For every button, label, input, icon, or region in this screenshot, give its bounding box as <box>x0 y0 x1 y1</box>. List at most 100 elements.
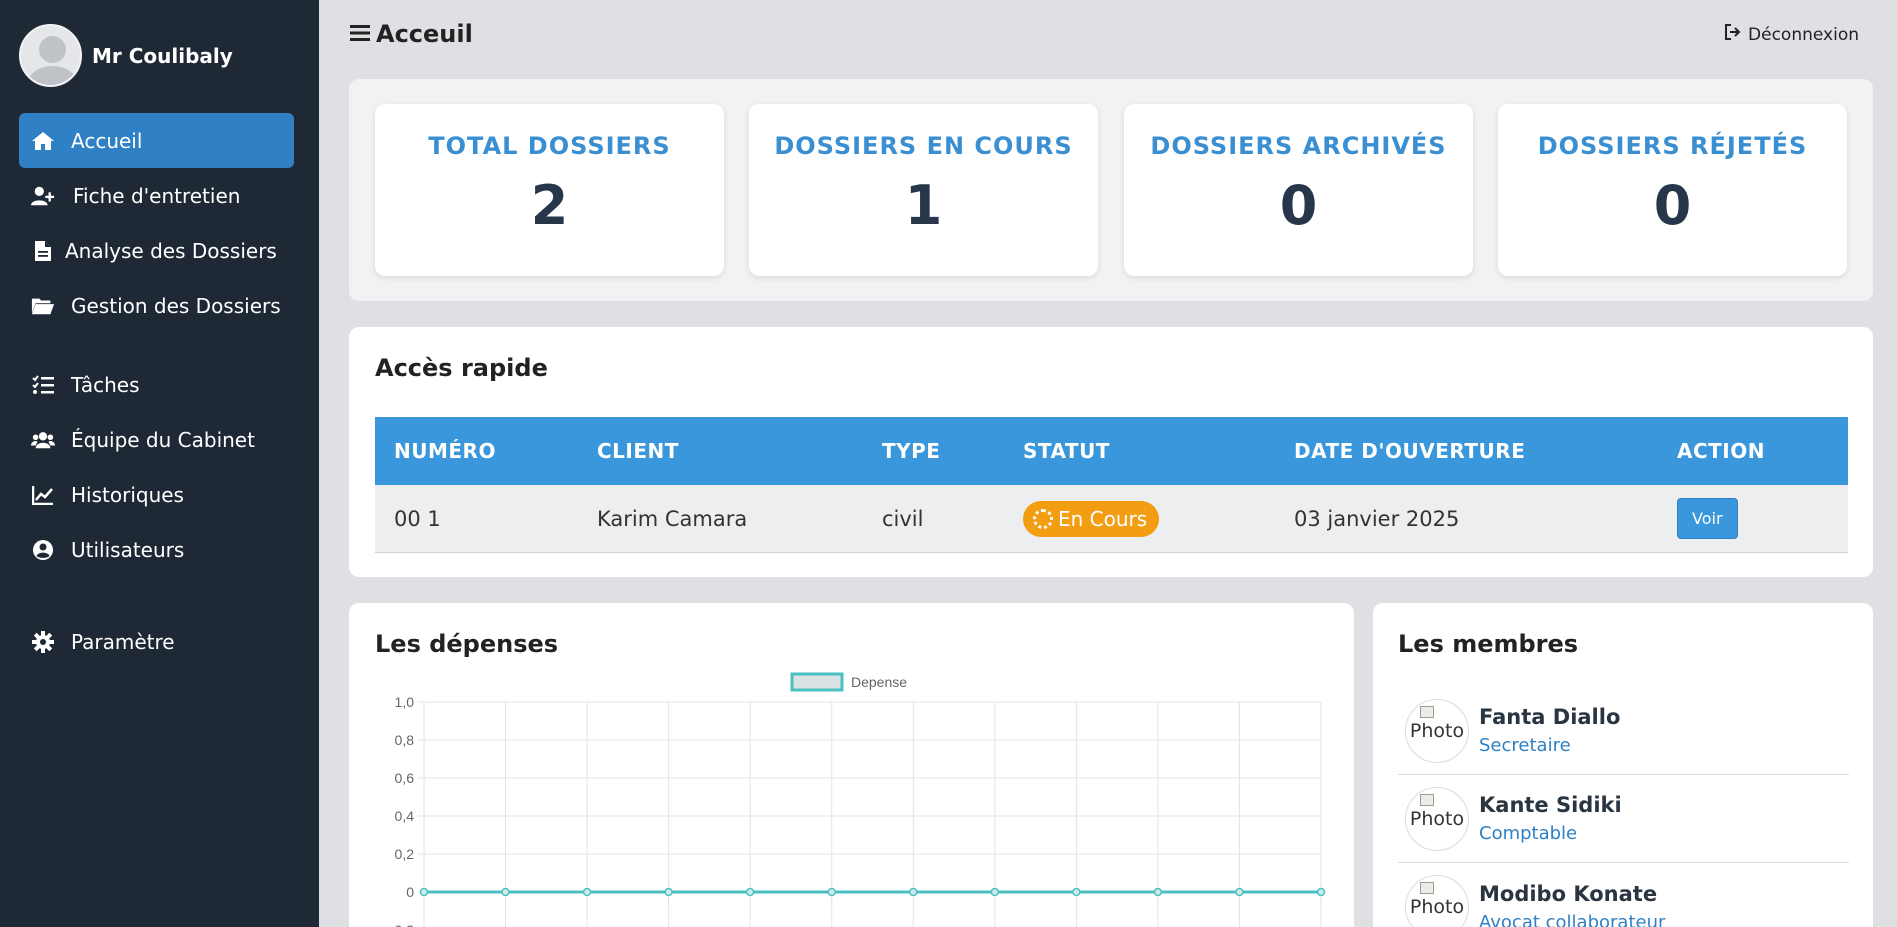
user-circle-icon <box>31 539 55 561</box>
member-photo: Photo <box>1405 786 1469 851</box>
expenses-panel: Les dépenses 1,00,80,60,40,20-0,2Depense <box>349 603 1354 927</box>
column-header: STATUT <box>1023 439 1110 463</box>
avatar <box>19 24 82 87</box>
stat-title: DOSSIERS RÉJETÉS <box>1537 132 1808 160</box>
logout-button[interactable]: Déconnexion <box>1724 24 1859 45</box>
sidebar-item-historiques[interactable]: Historiques <box>19 467 294 522</box>
data-point <box>1153 887 1163 897</box>
sidebar-item-analyse-dossiers[interactable]: Analyse des Dossiers <box>19 223 294 278</box>
home-icon <box>31 130 55 152</box>
table-row: 00 1 Karim Camara civil En Cours 03 janv… <box>375 485 1848 553</box>
stat-card-en-cours: DOSSIERS EN COURS 1 <box>749 104 1098 276</box>
sidebar-item-taches[interactable]: Tâches <box>19 357 294 412</box>
member-name: Fanta Diallo <box>1479 705 1621 729</box>
stat-title: DOSSIERS EN COURS <box>774 132 1073 160</box>
quick-access-panel: Accès rapide NUMÉRO CLIENT TYPE STATUT D… <box>349 327 1873 577</box>
sidebar-item-parametre[interactable]: Paramètre <box>19 614 294 669</box>
member-role: Avocat collaborateur <box>1479 911 1666 927</box>
y-tick-label: 0,2 <box>395 846 415 862</box>
sidebar-item-label: Équipe du Cabinet <box>71 427 255 452</box>
folder-open-icon <box>31 295 55 317</box>
spinner-icon <box>1033 508 1053 529</box>
data-point <box>1072 887 1081 897</box>
page-title: Acceuil <box>350 20 473 48</box>
view-button[interactable]: Voir <box>1677 498 1738 539</box>
column-header: NUMÉRO <box>394 439 496 463</box>
y-tick-label: 0,6 <box>395 770 415 786</box>
member-item[interactable]: Photo Modibo Konate Avocat collaborateur <box>1398 863 1849 927</box>
data-point <box>501 887 510 897</box>
column-header: ACTION <box>1677 439 1765 463</box>
member-role: Secretaire <box>1479 735 1571 756</box>
y-tick-label: 0 <box>406 884 414 900</box>
stat-title: DOSSIERS ARCHIVÉS <box>1150 132 1447 160</box>
tasks-icon <box>31 374 55 396</box>
members-panel: Les membres Photo Fanta Diallo Secretair… <box>1373 603 1873 927</box>
sidebar-item-label: Accueil <box>71 128 143 153</box>
column-header: DATE D'OUVERTURE <box>1294 439 1526 463</box>
broken-image-icon <box>1420 705 1434 718</box>
data-point <box>745 887 755 897</box>
sign-out-icon <box>1724 24 1742 45</box>
data-point <box>664 887 673 897</box>
status-label: En Cours <box>1058 506 1148 531</box>
status-badge: En Cours <box>1023 500 1160 537</box>
stat-value: 2 <box>530 174 569 237</box>
sidebar-item-label: Paramètre <box>71 629 175 654</box>
sidebar-item-gestion-dossiers[interactable]: Gestion des Dossiers <box>19 278 294 333</box>
dossiers-table: NUMÉRO CLIENT TYPE STATUT DATE D'OUVERTU… <box>375 417 1848 553</box>
sidebar-item-label: Utilisateurs <box>71 537 185 562</box>
sidebar-item-accueil[interactable]: Accueil <box>19 113 294 168</box>
chart-line-icon <box>31 484 55 506</box>
file-icon <box>31 240 55 262</box>
gear-icon <box>31 630 55 653</box>
sidebar-item-label: Gestion des Dossiers <box>71 293 281 318</box>
sidebar-item-fiche-entretien[interactable]: Fiche d'entretien <box>19 168 294 223</box>
profile-name: Mr Coulibaly <box>92 43 233 68</box>
table-header: NUMÉRO CLIENT TYPE STATUT DATE D'OUVERTU… <box>375 417 1848 485</box>
member-role: Comptable <box>1479 823 1578 844</box>
cell-numero: 00 1 <box>394 506 441 531</box>
stat-value: 0 <box>1653 174 1692 237</box>
logout-label: Déconnexion <box>1748 24 1859 45</box>
stat-title: TOTAL DOSSIERS <box>428 132 671 160</box>
member-item[interactable]: Photo Fanta Diallo Secretaire <box>1398 687 1849 775</box>
cell-date: 03 janvier 2025 <box>1294 506 1460 531</box>
stat-value: 0 <box>1279 174 1318 237</box>
sidebar-item-label: Historiques <box>71 482 184 507</box>
section-title: Accès rapide <box>375 354 548 382</box>
sidebar-item-label: Tâches <box>71 372 140 397</box>
legend-label: Depense <box>851 674 907 690</box>
cell-client: Karim Camara <box>597 506 748 531</box>
column-header: CLIENT <box>597 439 679 463</box>
data-point <box>827 887 836 897</box>
users-icon <box>31 429 55 451</box>
data-point <box>909 887 918 897</box>
stat-value: 1 <box>904 174 943 237</box>
sidebar-item-equipe-cabinet[interactable]: Équipe du Cabinet <box>19 412 294 467</box>
y-tick-label: 0,4 <box>395 808 415 824</box>
member-photo: Photo <box>1405 875 1469 927</box>
data-point <box>1235 887 1244 897</box>
section-title: Les membres <box>1398 630 1579 658</box>
sidebar: Mr Coulibaly Accueil Fiche d'entretien A… <box>0 0 319 927</box>
stat-card-archives: DOSSIERS ARCHIVÉS 0 <box>1124 104 1473 276</box>
member-photo: Photo <box>1405 698 1469 763</box>
sidebar-item-label: Analyse des Dossiers <box>65 238 277 263</box>
data-point <box>1316 887 1326 897</box>
cell-type: civil <box>882 506 924 531</box>
y-tick-label: -0,2 <box>390 922 414 927</box>
broken-image-icon <box>1420 882 1434 894</box>
sidebar-item-utilisateurs[interactable]: Utilisateurs <box>19 522 294 577</box>
user-plus-icon <box>31 185 55 207</box>
member-item[interactable]: Photo Kante Sidiki Comptable <box>1398 775 1849 863</box>
expenses-chart: 1,0 0,8 0,6 0,4 0,2 0 -0,2 Depense <box>390 672 1326 927</box>
sidebar-item-label: Fiche d'entretien <box>73 183 241 208</box>
menu-icon[interactable] <box>350 20 370 48</box>
broken-image-icon <box>1420 793 1434 806</box>
y-tick-label: 0,8 <box>395 732 415 748</box>
page-title-text: Acceuil <box>376 20 473 48</box>
stat-card-total: TOTAL DOSSIERS 2 <box>375 104 724 276</box>
data-point <box>419 887 429 897</box>
user-profile: Mr Coulibaly <box>19 24 233 87</box>
